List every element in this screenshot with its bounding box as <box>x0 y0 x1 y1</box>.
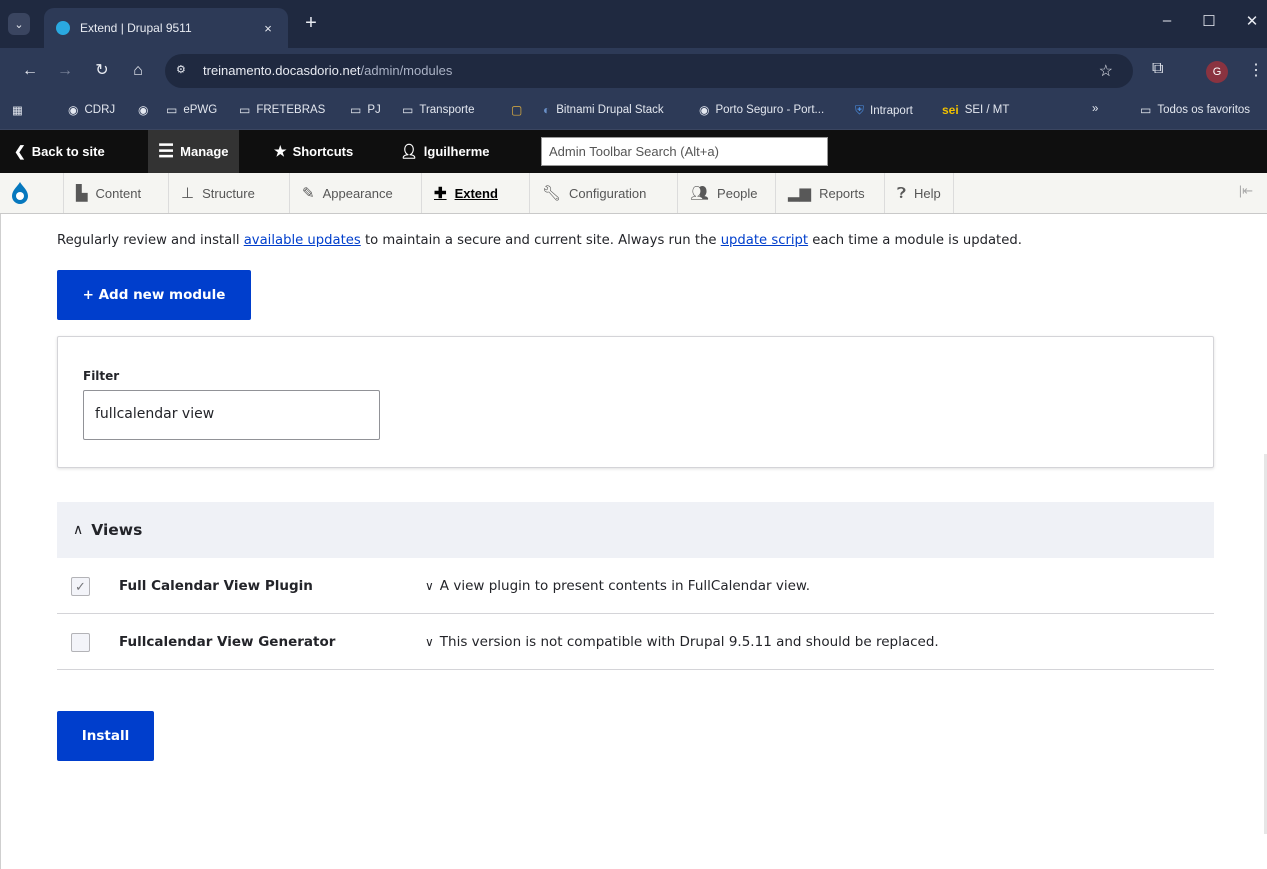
profile-avatar[interactable]: G <box>1206 61 1228 83</box>
drupal-logo-icon[interactable] <box>10 181 30 205</box>
chevron-up-icon: ∧ <box>73 522 84 538</box>
people-icon: 👥︎ <box>690 185 710 202</box>
star-icon: ★ <box>274 143 287 159</box>
add-new-module-button[interactable]: + Add new module <box>57 270 251 320</box>
address-bar-row: ← → ↻ ⌂ ⚙ treinamento.docasdorio.net/adm… <box>0 48 1267 94</box>
sitemap-icon: ⊥ <box>181 185 195 202</box>
reload-icon[interactable]: ↻ <box>92 61 112 81</box>
forward-icon[interactable]: → <box>55 61 75 81</box>
user-icon: 👤︎ <box>400 143 418 159</box>
back-circle-icon: ❮ <box>14 143 26 159</box>
tray-orientation-toggle-icon[interactable]: |⇤ <box>1239 183 1253 199</box>
bookmarks-overflow-icon[interactable]: » <box>1092 103 1098 115</box>
bookmark-intraport[interactable]: ⛨ Intraport <box>855 103 913 118</box>
puzzle-icon: ✚ <box>434 185 447 202</box>
bar-chart-icon: ▂▆ <box>788 185 812 202</box>
wrench-icon: 🔧︎ <box>542 185 562 202</box>
update-help-text: Regularly review and install available u… <box>57 233 1022 248</box>
bookmark-page[interactable]: ▢ <box>511 103 528 117</box>
bookmark-cdrj[interactable]: ◉ CDRJ <box>68 103 115 117</box>
admin-toolbar-tray: ▙ Content ⊥ Structure ✎ Appearance ✚ Extend … <box>0 173 1267 214</box>
drupal-favicon-icon <box>56 21 70 35</box>
tray-content[interactable]: ▙ Content <box>63 173 153 213</box>
bookmark-star-icon[interactable]: ☆ <box>1099 61 1113 81</box>
tray-structure[interactable]: ⊥ Structure <box>168 173 267 213</box>
site-info-icon[interactable]: ⚙ <box>176 63 194 79</box>
main-content: Regularly review and install available u… <box>0 214 1267 869</box>
folder-icon: ▭ <box>166 103 178 117</box>
tray-extend[interactable]: ✚ Extend <box>421 173 510 213</box>
extensions-icon[interactable]: ⧉ <box>1152 60 1163 78</box>
globe-icon: ◉ <box>699 103 710 117</box>
tab-close-icon[interactable]: × <box>260 21 276 36</box>
filter-panel: Filter fullcalendar view <box>57 336 1214 468</box>
admin-toolbar-search-input[interactable]: Admin Toolbar Search (Alt+a) <box>541 137 828 166</box>
bookmark-fretebras[interactable]: ▭ FRETEBRAS <box>239 103 325 117</box>
folder-icon: ▭ <box>1140 103 1152 117</box>
bitnami-icon: ◐ <box>543 103 551 117</box>
bookmarks-bar: ▦ ◉ CDRJ ◉ ▭ ePWG ▭ FRETEBRAS ▭ PJ ▭ Transpor… <box>0 94 1267 130</box>
new-tab-button[interactable]: + <box>300 13 322 35</box>
bookmark-bitnami[interactable]: ◐ Bitnami Drupal Stack <box>543 103 664 117</box>
tray-people[interactable]: 👥︎ People <box>677 173 770 213</box>
filter-input[interactable]: fullcalendar view <box>83 390 380 440</box>
globe-icon: ◉ <box>68 103 79 117</box>
brush-icon: ✎ <box>302 185 315 202</box>
module-name[interactable]: Full Calendar View Plugin <box>119 578 313 594</box>
tab-title: Extend | Drupal 9511 <box>80 21 192 35</box>
chevron-down-icon: ∨ <box>425 579 434 593</box>
module-row: ✓ Full Calendar View Plugin ∨ A view plug… <box>57 558 1214 614</box>
maximize-icon[interactable]: ☐ <box>1194 12 1224 30</box>
tray-help[interactable]: ❓︎ Help <box>884 173 954 213</box>
home-icon[interactable]: ⌂ <box>128 61 148 81</box>
manage-tab[interactable]: ☰ Manage <box>148 130 239 173</box>
install-button[interactable]: Install <box>57 711 154 761</box>
chevron-down-icon: ∨ <box>425 635 434 649</box>
module-checkbox[interactable] <box>71 633 90 652</box>
intraport-icon: ⛨ <box>855 103 865 117</box>
file-icon: ▙ <box>76 185 88 202</box>
all-bookmarks[interactable]: ▭ Todos os favoritos <box>1140 103 1250 117</box>
module-name[interactable]: Fullcalendar View Generator <box>119 634 335 650</box>
bookmark-globe[interactable]: ◉ <box>138 103 154 117</box>
available-updates-link[interactable]: available updates <box>244 233 361 248</box>
tray-appearance[interactable]: ✎ Appearance <box>289 173 405 213</box>
filter-label: Filter <box>83 369 120 383</box>
omnibox[interactable]: ⚙ treinamento.docasdorio.net/admin/modul… <box>165 54 1133 88</box>
bookmark-epwg[interactable]: ▭ ePWG <box>166 103 217 117</box>
browser-menu-icon[interactable]: ⋮ <box>1248 60 1264 80</box>
back-icon[interactable]: ← <box>20 61 40 81</box>
folder-icon: ▭ <box>402 103 414 117</box>
tray-reports[interactable]: ▂▆ Reports <box>775 173 877 213</box>
close-window-icon[interactable]: ✕ <box>1237 12 1267 30</box>
update-script-link[interactable]: update script <box>721 233 808 248</box>
page-icon: ▢ <box>511 103 523 117</box>
module-description-toggle[interactable]: ∨ This version is not compatible with Dru… <box>425 634 939 650</box>
hamburger-icon: ☰ <box>158 141 175 161</box>
module-description-toggle[interactable]: ∨ A view plugin to present contents in Fu… <box>425 578 810 594</box>
module-row: Fullcalendar View Generator ∨ This versio… <box>57 614 1214 670</box>
apps-icon[interactable]: ▦ <box>12 103 23 117</box>
shortcuts-tab[interactable]: ★ Shortcuts <box>264 130 363 173</box>
globe-icon: ◉ <box>138 103 149 117</box>
bookmark-porto-seguro[interactable]: ◉ Porto Seguro - Port... <box>699 103 824 117</box>
back-to-site-link[interactable]: ❮ Back to site <box>4 130 115 173</box>
folder-icon: ▭ <box>239 103 251 117</box>
folder-icon: ▭ <box>350 103 362 117</box>
tray-configuration[interactable]: 🔧︎ Configuration <box>529 173 658 213</box>
bookmark-sei[interactable]: sei SEI / MT <box>942 103 1009 117</box>
bookmark-pj[interactable]: ▭ PJ <box>350 103 381 117</box>
bookmark-transporte[interactable]: ▭ Transporte <box>402 103 475 117</box>
url-text[interactable]: treinamento.docasdorio.net/admin/modules <box>203 63 452 78</box>
views-group-toggle[interactable]: ∧ Views <box>57 502 1214 558</box>
browser-tab-strip: ⌄ Extend | Drupal 9511 × + – ☐ ✕ <box>0 0 1267 48</box>
module-checkbox[interactable]: ✓ <box>71 577 90 596</box>
tab-search-icon[interactable]: ⌄ <box>8 13 30 35</box>
browser-tab[interactable]: Extend | Drupal 9511 × <box>44 8 288 48</box>
minimize-icon[interactable]: – <box>1152 12 1182 29</box>
user-tab[interactable]: 👤︎ lguilherme <box>390 130 500 173</box>
help-icon: ❓︎ <box>897 184 907 202</box>
sei-icon: sei <box>942 103 959 117</box>
